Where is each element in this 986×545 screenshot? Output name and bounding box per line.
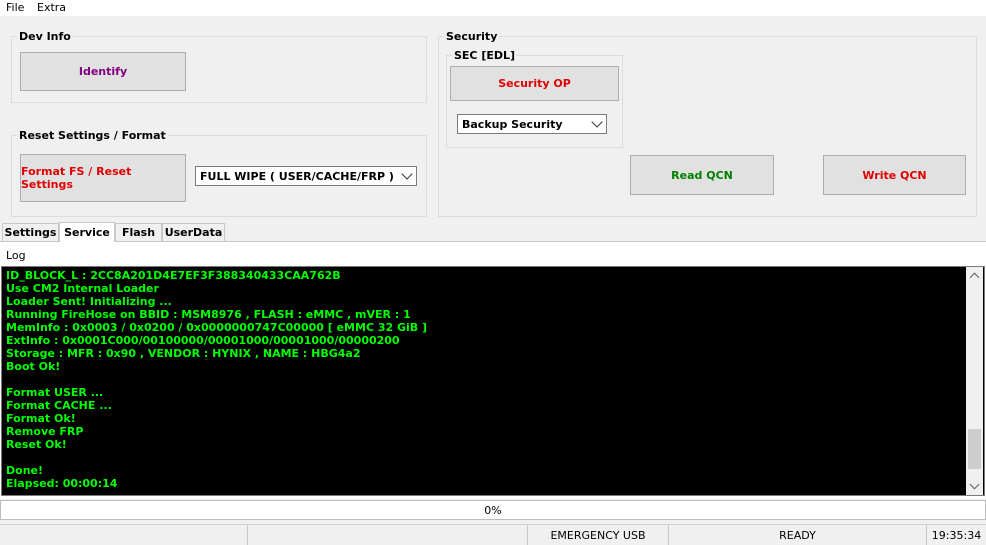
log-line: Format USER ...: [6, 386, 104, 399]
log-line: ID_BLOCK_L : 2CC8A201D4E7EF3F388340433CA…: [6, 269, 341, 282]
log-line: MemInfo : 0x0003 / 0x0200 / 0x0000000747…: [6, 321, 428, 334]
security-title: Security: [444, 30, 500, 43]
tab-settings[interactable]: Settings: [2, 223, 59, 241]
tab-userdata[interactable]: UserData: [162, 223, 225, 241]
dev-info-title: Dev Info: [17, 30, 73, 43]
log-line: Elapsed: 00:00:14: [6, 477, 118, 490]
log-line: Format CACHE ...: [6, 399, 112, 412]
status-cell-empty-1: [0, 525, 248, 545]
format-fs-button[interactable]: Format FS / Reset Settings: [20, 154, 186, 202]
tab-service[interactable]: Service: [59, 222, 115, 242]
scroll-thumb[interactable]: [968, 429, 981, 469]
log-label: Log: [6, 249, 26, 262]
security-op-button[interactable]: Security OP: [450, 66, 619, 101]
menu-file[interactable]: File: [6, 1, 24, 14]
chevron-down-icon: [401, 168, 413, 180]
log-line: ExtInfo : 0x0001C000/00100000/00001000/0…: [6, 334, 400, 347]
log-console[interactable]: ID_BLOCK_L : 2CC8A201D4E7EF3F388340433CA…: [1, 266, 985, 496]
chevron-down-icon: [591, 116, 603, 128]
tab-flash[interactable]: Flash: [115, 223, 162, 241]
log-line: Reset Ok!: [6, 438, 67, 451]
status-bar: EMERGENCY USB READY 19:35:34: [0, 524, 986, 545]
log-scrollbar[interactable]: [966, 267, 983, 495]
status-cell-empty-2: [248, 525, 528, 545]
log-line: Boot Ok!: [6, 360, 61, 373]
backup-security-select[interactable]: Backup Security: [457, 114, 607, 134]
identify-button[interactable]: Identify: [20, 52, 186, 91]
reset-settings-title: Reset Settings / Format: [17, 129, 168, 142]
menu-extra[interactable]: Extra: [37, 1, 66, 14]
log-line: Format Ok!: [6, 412, 76, 425]
backup-security-value: Backup Security: [462, 117, 563, 131]
menu-bar: File Extra: [0, 0, 986, 16]
scroll-up-icon[interactable]: [969, 272, 980, 283]
log-line: Storage : MFR : 0x90 , VENDOR : HYNIX , …: [6, 347, 361, 360]
status-time: 19:35:34: [931, 528, 982, 542]
read-qcn-button[interactable]: Read QCN: [630, 155, 774, 195]
status-mode: EMERGENCY USB: [528, 525, 669, 545]
progress-bar: 0%: [0, 500, 986, 520]
wipe-mode-select[interactable]: FULL WIPE ( USER/CACHE/FRP ): [195, 166, 417, 186]
log-text: ID_BLOCK_L : 2CC8A201D4E7EF3F388340433CA…: [6, 269, 961, 490]
log-line: Running FireHose on BBID : MSM8976 , FLA…: [6, 308, 411, 321]
scroll-down-icon[interactable]: [969, 479, 980, 490]
status-state: READY: [669, 525, 927, 545]
log-line: Done!: [6, 464, 43, 477]
sec-edl-title: SEC [EDL]: [452, 49, 518, 62]
log-line: Loader Sent! Initializing ...: [6, 295, 172, 308]
wipe-mode-value: FULL WIPE ( USER/CACHE/FRP ): [200, 169, 394, 183]
log-line: Use CM2 Internal Loader: [6, 282, 159, 295]
write-qcn-button[interactable]: Write QCN: [823, 155, 966, 195]
progress-text: 0%: [484, 504, 502, 517]
log-line: Remove FRP: [6, 425, 84, 438]
